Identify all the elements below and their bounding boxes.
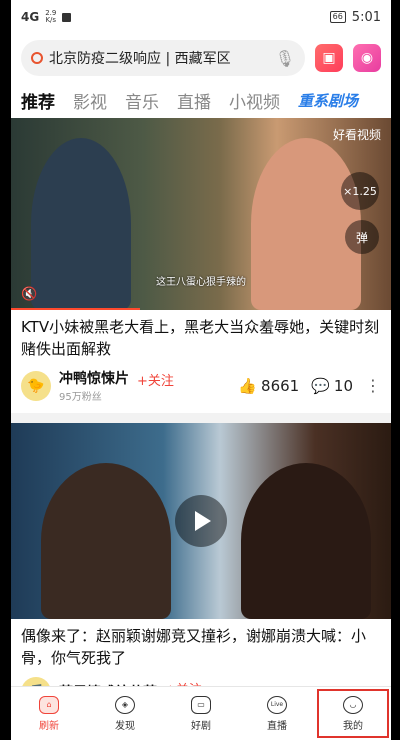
comment-count: 10: [333, 376, 353, 395]
thumbs-up-icon: 👍: [238, 376, 258, 395]
feed-card[interactable]: 偶像来了：赵丽颖谢娜竞又撞衫，谢娜崩溃大喊：小骨，你气死我了 🎵 芒果情感综艺范…: [11, 423, 391, 717]
video-title[interactable]: KTV小妹被黑老大看上，黑老大当众羞辱她，关键时刻赌佚出面解救: [11, 310, 391, 364]
tv-icon: ▭: [191, 695, 211, 714]
author-name[interactable]: 冲鸭惊悚片: [59, 368, 129, 388]
red-envelope-button[interactable]: ▣: [315, 44, 343, 72]
nav-discover[interactable]: ◈ 发现: [87, 687, 163, 740]
phone-screen: 4G 2.9 K/s 66 5:01 北京防疫二级响应 | 西藏军区 🎙 ▣ ◉ …: [11, 0, 391, 740]
like-button[interactable]: 👍 8661: [238, 377, 299, 395]
video-player[interactable]: 好看视频 ×1.25 弹 这王八蛋心狠手辣的 🔇: [11, 118, 391, 310]
search-icon: [31, 52, 43, 64]
nav-refresh[interactable]: ⌂ 刷新: [11, 687, 87, 740]
search-header: 北京防疫二级响应 | 西藏军区 🎙 ▣ ◉: [11, 34, 391, 82]
mute-icon[interactable]: 🔇: [21, 287, 37, 302]
microphone-icon[interactable]: 🎙: [275, 49, 295, 68]
video-title[interactable]: 偶像来了：赵丽颖谢娜竞又撞衫，谢娜崩溃大喊：小骨，你气死我了: [11, 619, 391, 673]
nav-live[interactable]: Live 直播: [239, 687, 315, 740]
video-progress: [11, 308, 141, 310]
nav-mine[interactable]: ◡ 我的: [315, 687, 391, 740]
search-box[interactable]: 北京防疫二级响应 | 西藏军区 🎙: [21, 40, 305, 76]
video-player[interactable]: [11, 423, 391, 619]
tab-recommend[interactable]: 推荐: [21, 88, 55, 113]
smile-icon: ◡: [343, 695, 363, 714]
tab-live[interactable]: 直播: [177, 88, 211, 113]
video-figure-woman-left: [41, 463, 171, 619]
more-icon[interactable]: ⋮: [365, 376, 381, 395]
notification-icon: [62, 12, 72, 22]
compass-icon: ◈: [115, 695, 135, 714]
game-button[interactable]: ◉: [353, 44, 381, 72]
gamepad-icon: ◉: [360, 50, 374, 66]
live-icon: Live: [267, 695, 287, 714]
video-meta: 🐤 冲鸭惊悚片 95万粉丝 +关注 👍 8661 💬 10 ⋮: [11, 364, 391, 413]
follow-button[interactable]: +关注: [137, 370, 174, 389]
author-avatar[interactable]: 🐤: [21, 370, 51, 401]
video-figure-woman-right: [241, 463, 371, 619]
tab-short-video[interactable]: 小视频: [229, 88, 280, 113]
nav-drama[interactable]: ▭ 好剧: [163, 687, 239, 740]
signal-indicator: 4G: [21, 10, 40, 24]
tab-film[interactable]: 影视: [73, 88, 107, 113]
home-icon: ⌂: [39, 695, 59, 714]
battery-indicator: 66: [329, 11, 346, 23]
play-button[interactable]: [175, 495, 227, 547]
wallet-icon: ▣: [322, 50, 336, 66]
author-fans: 95万粉丝: [59, 392, 102, 403]
tab-music[interactable]: 音乐: [125, 88, 159, 113]
watermark: 好看视频: [332, 128, 381, 142]
like-count: 8661: [261, 376, 300, 395]
clock: 5:01: [351, 9, 381, 25]
bottom-navigation: ⌂ 刷新 ◈ 发现 ▭ 好剧 Live 直播 ◡ 我的: [11, 686, 391, 740]
category-tabs: 推荐 影视 音乐 直播 小视频 重系剧场: [11, 82, 391, 118]
playback-speed-button[interactable]: ×1.25: [341, 172, 379, 210]
search-input[interactable]: 北京防疫二级响应 | 西藏军区: [49, 48, 269, 68]
play-icon: [195, 511, 211, 531]
comment-button[interactable]: 💬 10: [311, 377, 353, 395]
danmu-toggle-button[interactable]: 弹: [345, 220, 379, 254]
comment-icon: 💬: [311, 376, 330, 395]
video-subtitle: 这王八蛋心狠手辣的: [156, 277, 246, 288]
network-speed: 2.9 K/s: [45, 9, 57, 24]
status-bar: 4G 2.9 K/s 66 5:01: [11, 0, 391, 34]
feed-card[interactable]: 好看视频 ×1.25 弹 这王八蛋心狠手辣的 🔇 KTV小妹被黑老大看上，黑老大…: [11, 118, 391, 413]
tab-theater[interactable]: 重系剧场: [298, 90, 358, 111]
